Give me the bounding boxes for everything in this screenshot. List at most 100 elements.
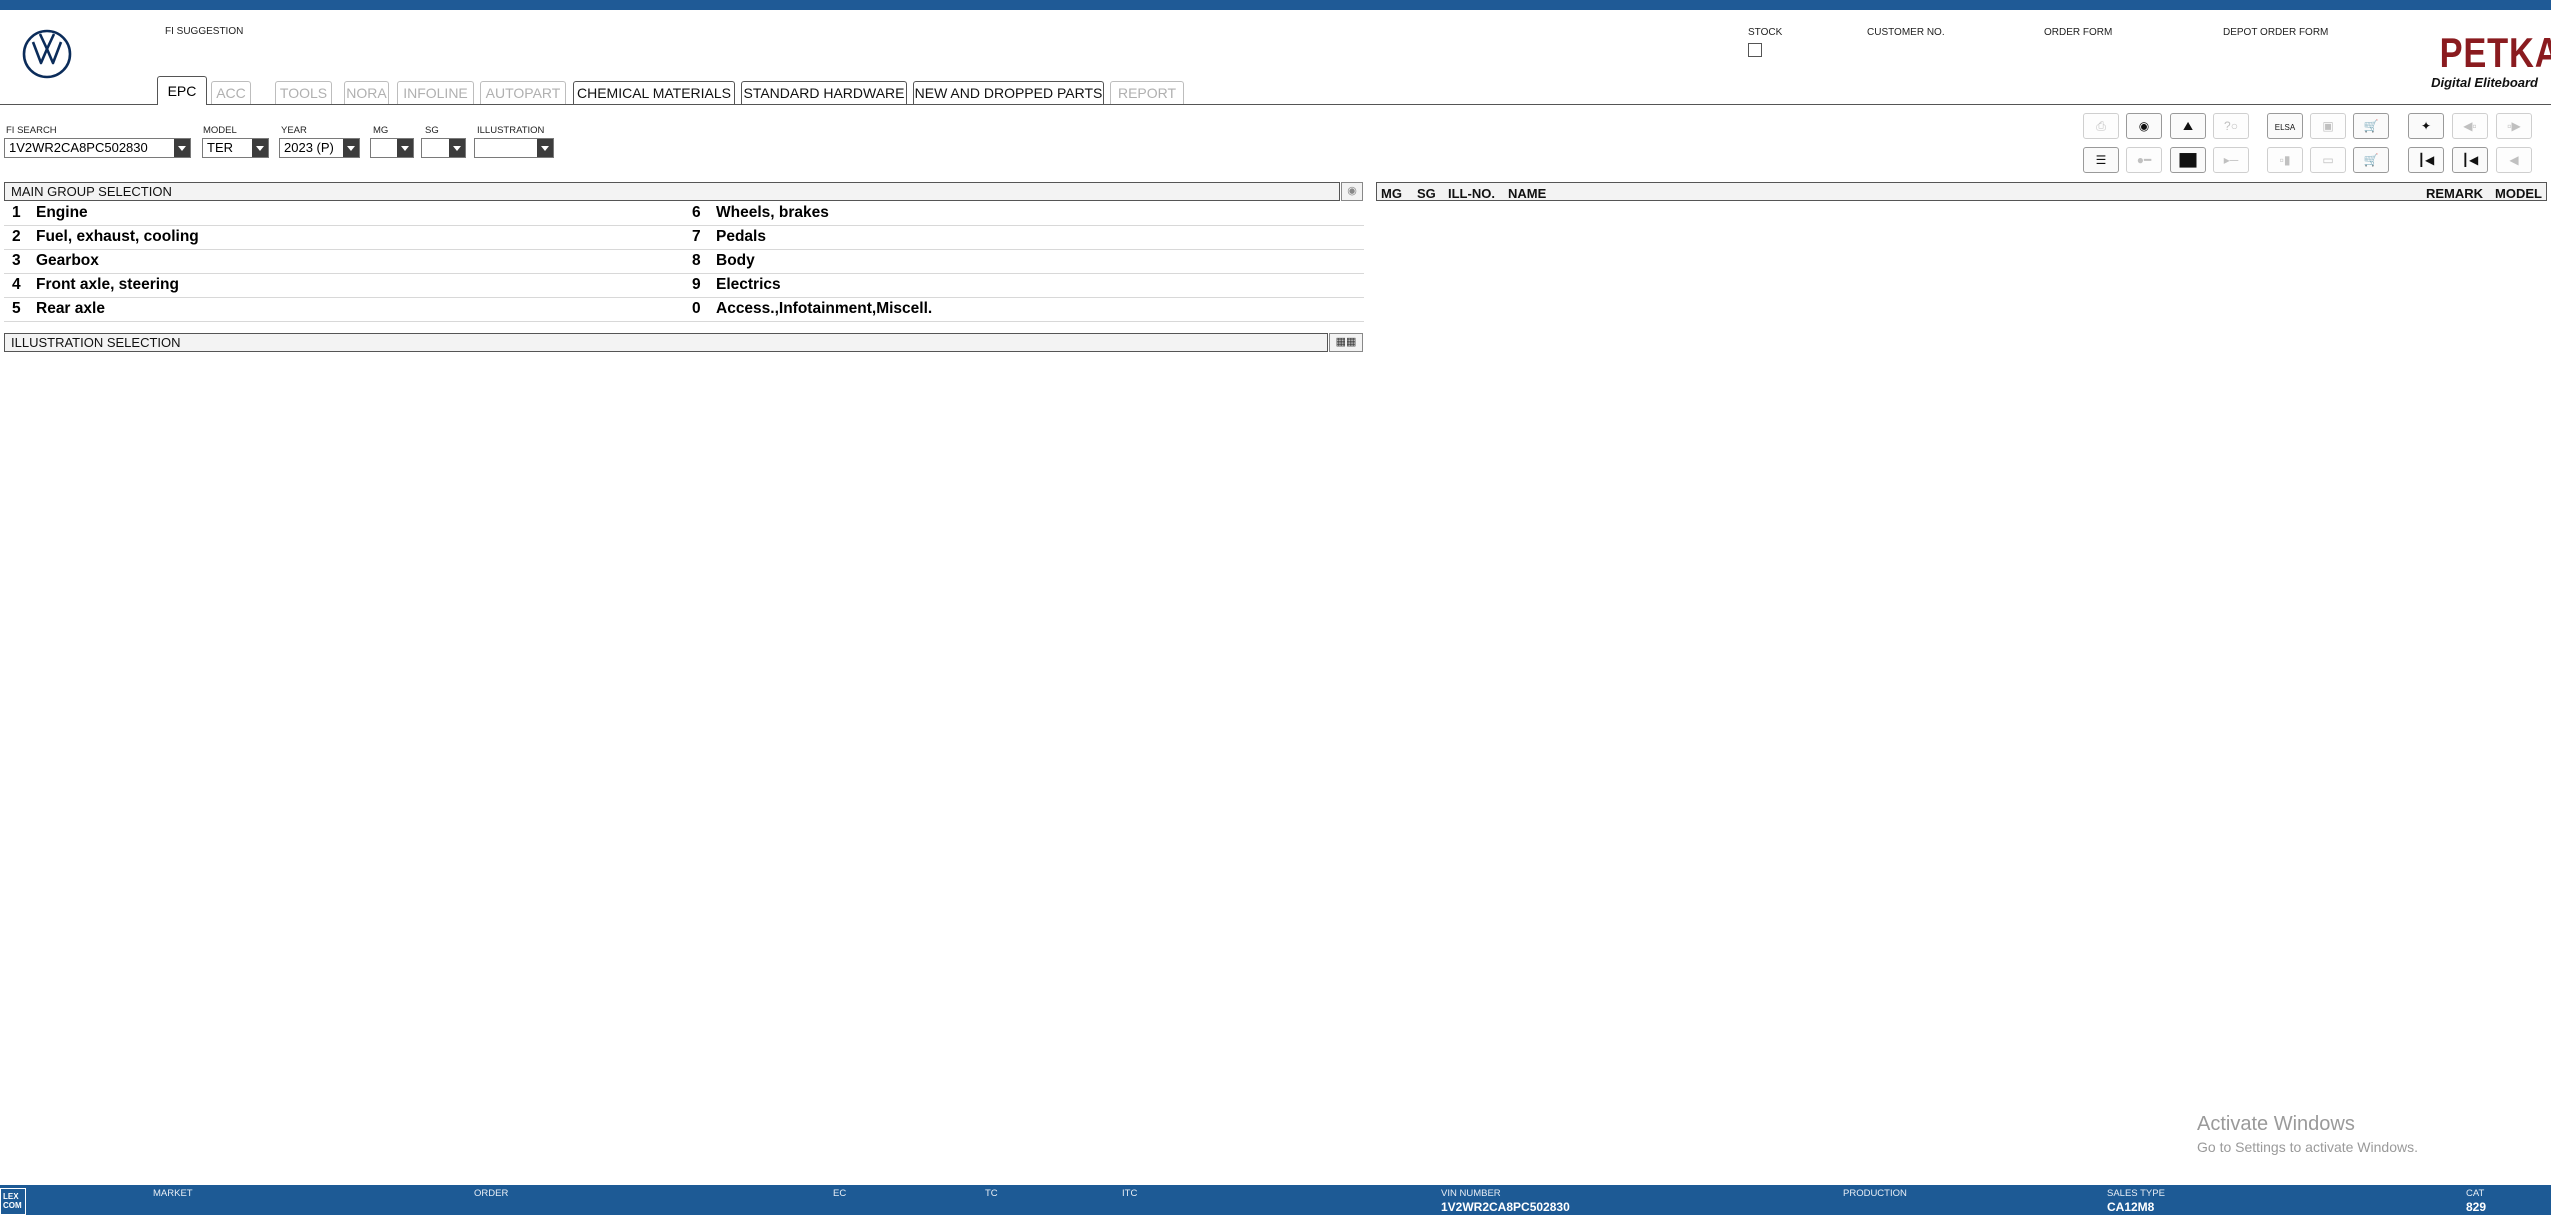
model-select[interactable]: TER	[202, 138, 269, 158]
grid-view-icon: ▦▦	[1335, 336, 1357, 348]
tab-tools[interactable]: TOOLS	[275, 81, 332, 104]
stock-checkbox[interactable]	[1748, 43, 1762, 57]
sales-type-value: CA12M8	[2107, 1200, 2155, 1214]
chevron-down-icon[interactable]	[343, 139, 359, 157]
main-group-header: MAIN GROUP SELECTION	[4, 182, 1340, 201]
order-label: ORDER	[474, 1188, 509, 1199]
main-group-item[interactable]: 8 Body	[684, 250, 1364, 274]
elsa-button[interactable]: ELSA	[2267, 113, 2303, 139]
year-select[interactable]: 2023 (P)	[279, 138, 360, 158]
prev-page-icon: ◀▫	[2463, 119, 2477, 133]
sg-select[interactable]	[421, 138, 466, 158]
parts-disc-button[interactable]: ◉	[2126, 113, 2162, 139]
mg-select[interactable]	[370, 138, 414, 158]
mg-label: MG	[373, 125, 389, 136]
key-button[interactable]: ●━	[2126, 147, 2162, 173]
pin-button[interactable]: ✦	[2408, 113, 2444, 139]
col-ill-no[interactable]: ILL-NO.	[1448, 185, 1495, 203]
illustration-select[interactable]	[474, 138, 554, 158]
car-icon: ⛰	[2182, 119, 2194, 133]
tab-epc[interactable]: EPC	[157, 76, 207, 105]
col-name[interactable]: NAME	[1508, 185, 1546, 203]
illustration-label: ILLUSTRATION	[477, 125, 545, 136]
car-button[interactable]: ⛰	[2170, 113, 2206, 139]
toggle-button[interactable]: ▸─	[2213, 147, 2249, 173]
first-icon: ┃◀	[2417, 153, 2435, 167]
compare-icon: ▣	[2322, 119, 2334, 133]
tab-chemical-materials[interactable]: CHEMICAL MATERIALS	[573, 81, 735, 104]
ec-label: EC	[833, 1188, 847, 1199]
lexcom-logo: LEX COM	[0, 1188, 26, 1215]
doc-icon: ▫▮	[2279, 153, 2291, 167]
col-mg[interactable]: MG	[1381, 185, 1402, 203]
list-button[interactable]: ☰	[2083, 147, 2119, 173]
tab-baseline	[0, 104, 2551, 105]
vin-label: VIN NUMBER	[1441, 1188, 1501, 1199]
parts-table-header	[1376, 182, 2547, 201]
prev-page-button[interactable]: ◀▫	[2452, 113, 2488, 139]
main-group-item[interactable]: 9 Electrics	[684, 274, 1364, 298]
cart-add-button[interactable]: 🛒	[2353, 113, 2389, 139]
fi-search-value: 1V2WR2CA8PC502830	[9, 140, 148, 155]
tab-autopart[interactable]: AUTOPART	[480, 81, 566, 104]
main-group-item[interactable]: 2 Fuel, exhaust, cooling	[4, 226, 684, 250]
print-icon: ⎙	[2096, 119, 2106, 133]
main-group-item[interactable]: 1 Engine	[4, 202, 684, 226]
prev-button[interactable]: ┃◀	[2452, 147, 2488, 173]
market-label: MARKET	[153, 1188, 193, 1199]
main-group-item[interactable]: 4 Front axle, steering	[4, 274, 684, 298]
chevron-down-icon[interactable]	[397, 139, 413, 157]
chevron-down-icon[interactable]	[252, 139, 268, 157]
col-sg[interactable]: SG	[1417, 185, 1436, 203]
illustration-selection-header: ILLUSTRATION SELECTION	[4, 333, 1328, 352]
help-button[interactable]: ?○	[2213, 113, 2249, 139]
depot-order-form-label[interactable]: DEPOT ORDER FORM	[2223, 27, 2328, 38]
main-group-left-list: 1 Engine 2 Fuel, exhaust, cooling 3 Gearbox…	[4, 202, 684, 322]
chevron-down-icon[interactable]	[537, 139, 553, 157]
status-bar	[0, 1185, 2551, 1215]
cart-button[interactable]: 🛒	[2353, 147, 2389, 173]
print-button[interactable]: ⎙	[2083, 113, 2119, 139]
list-icon: ☰	[2095, 153, 2107, 167]
year-value: 2023 (P)	[284, 140, 334, 155]
eye-toggle-button[interactable]: ◉	[1341, 182, 1363, 201]
tab-report[interactable]: REPORT	[1110, 81, 1184, 104]
cat-label: CAT	[2466, 1188, 2485, 1199]
petka-brand: PETKA	[2439, 29, 2551, 76]
screen-button[interactable]: ▭	[2310, 147, 2346, 173]
tab-standard-hardware[interactable]: STANDARD HARDWARE	[741, 81, 907, 104]
key-icon: ●━	[2136, 153, 2152, 167]
tab-new-and-dropped-parts[interactable]: NEW AND DROPPED PARTS	[913, 81, 1104, 104]
sg-label: SG	[425, 125, 439, 136]
doc-button[interactable]: ▫▮	[2267, 147, 2303, 173]
first-button[interactable]: ┃◀	[2408, 147, 2444, 173]
production-label: PRODUCTION	[1843, 1188, 1907, 1199]
itc-label: ITC	[1122, 1188, 1138, 1199]
main-group-item[interactable]: 7 Pedals	[684, 226, 1364, 250]
tab-infoline[interactable]: INFOLINE	[397, 81, 474, 104]
next-page-button[interactable]: ▫▶	[2496, 113, 2532, 139]
chevron-down-icon[interactable]	[449, 139, 465, 157]
parts-disc-icon: ◉	[2138, 119, 2150, 133]
illustration-view-button[interactable]: ▦▦	[1329, 333, 1363, 352]
main-group-item[interactable]: 3 Gearbox	[4, 250, 684, 274]
fi-search-select[interactable]: 1V2WR2CA8PC502830	[4, 138, 191, 158]
tree-button[interactable]: ██	[2170, 147, 2206, 173]
compare-button[interactable]: ▣	[2310, 113, 2346, 139]
col-model[interactable]: MODEL	[2495, 185, 2542, 203]
pin-icon: ✦	[2420, 119, 2432, 133]
col-remark[interactable]: REMARK	[2426, 185, 2483, 203]
tab-nora[interactable]: NORA	[344, 81, 389, 104]
main-group-item[interactable]: 6 Wheels, brakes	[684, 202, 1364, 226]
next-page-icon: ▫▶	[2507, 119, 2521, 133]
cart-icon: 🛒	[2363, 153, 2379, 167]
back-button[interactable]: ◀	[2496, 147, 2532, 173]
tab-acc[interactable]: ACC	[211, 81, 251, 104]
main-group-item[interactable]: 0 Access.,Infotainment,Miscell.	[684, 298, 1364, 322]
main-group-right-list: 6 Wheels, brakes 7 Pedals 8 Body 9 Electrics…	[684, 202, 1364, 322]
order-form-label[interactable]: ORDER FORM	[2044, 27, 2112, 38]
chevron-down-icon[interactable]	[174, 139, 190, 157]
activate-windows-subtitle: Go to Settings to activate Windows.	[2197, 1139, 2418, 1155]
main-group-item[interactable]: 5 Rear axle	[4, 298, 684, 322]
model-label: MODEL	[203, 125, 237, 136]
